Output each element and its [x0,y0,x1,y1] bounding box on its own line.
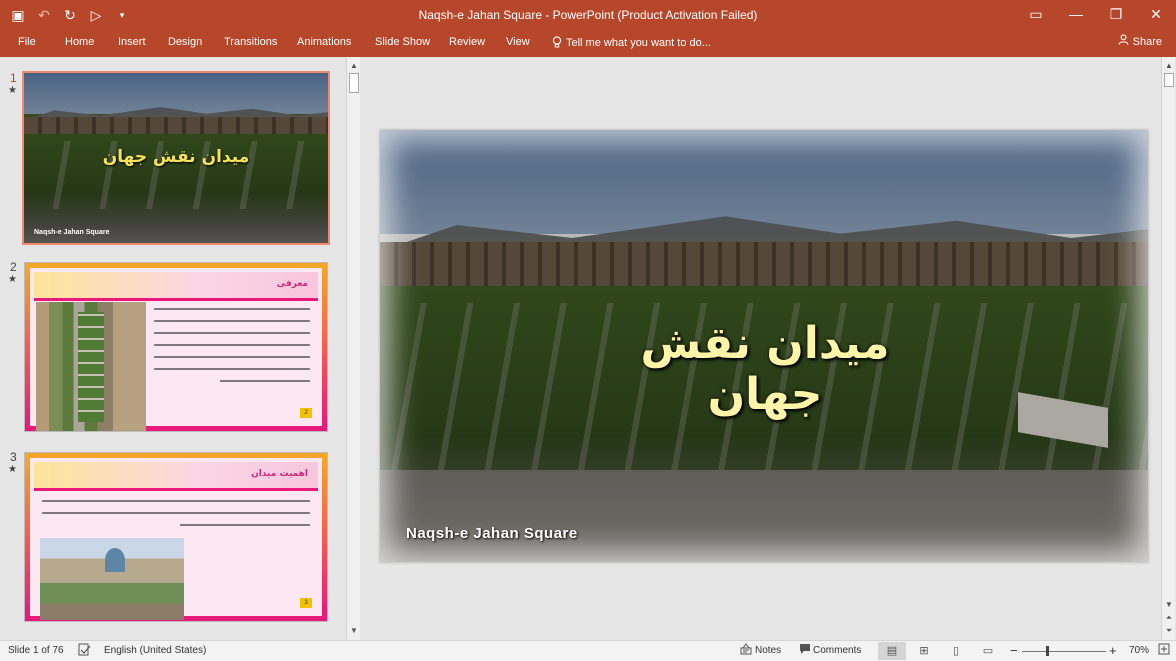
slide-subtitle[interactable]: Naqsh-e Jahan Square [406,525,578,542]
slide-2-title: معرفی [276,279,308,289]
lightbulb-icon [552,36,562,48]
slide-thumbnail-2[interactable]: معرفی 2 [24,262,328,432]
tell-me-text: Tell me what you want to do... [566,37,711,49]
zoom-slider[interactable] [1022,651,1106,652]
slide-1-subtitle: Naqsh-e Jahan Square [34,229,110,236]
comments-button[interactable]: Comments [813,645,861,656]
tab-file[interactable]: File [18,34,36,50]
slide-show-view-icon[interactable]: ▭ [974,642,1002,660]
title-bar: ▣ ↶ ↻ ▷ ▾ Naqsh-e Jahan Square - PowerPo… [0,0,1176,30]
scroll-thumb[interactable] [349,73,359,93]
scroll-down-arrow-icon[interactable]: ▼ [347,624,361,638]
scroll-down-arrow-icon[interactable]: ▼ [1162,598,1176,612]
slide-sorter-view-icon[interactable]: ⊞ [910,642,938,660]
notes-icon[interactable] [740,643,752,658]
previous-slide-icon[interactable]: ⏶ [1162,611,1176,625]
slide-1-title: میدان نقش جهان [102,147,250,167]
tab-home[interactable]: Home [65,34,94,50]
tab-transitions[interactable]: Transitions [224,34,277,50]
tab-view[interactable]: View [506,34,530,50]
slide-2-page-number: 2 [300,408,312,418]
fit-to-window-icon[interactable] [1158,643,1170,658]
tab-design[interactable]: Design [168,34,202,50]
tab-review[interactable]: Review [449,34,485,50]
animation-star-icon: ★ [8,464,17,475]
mosque-photo [40,538,184,620]
comments-icon[interactable] [799,643,811,658]
slide-title[interactable]: میدان نقش جهان [590,318,940,420]
ribbon-display-icon[interactable]: ▭ [1016,0,1056,30]
zoom-level[interactable]: 70% [1129,645,1149,656]
tell-me-box[interactable]: Tell me what you want to do... [552,36,711,49]
main-slide[interactable]: میدان نقش جهان Naqsh-e Jahan Square [380,130,1148,562]
share-button[interactable]: Share [1118,34,1162,48]
share-label: Share [1132,36,1162,48]
close-icon[interactable]: ✕ [1136,0,1176,30]
slide-3-title: اهمیت میدان [251,469,308,479]
person-icon [1118,34,1129,48]
notes-button[interactable]: Notes [755,645,781,656]
slide-thumbnail-pane: 1 ★ میدان نقش جهان Naqsh-e Jahan Square … [0,57,345,640]
tab-slide-show[interactable]: Slide Show [375,34,430,50]
slide-number-3: 3 [10,450,17,464]
animation-star-icon: ★ [8,274,17,285]
slide-pane-scrollbar[interactable]: ▲ ▼ [346,57,360,640]
ribbon-tabs: File Home Insert Design Transitions Anim… [0,30,1176,57]
animation-star-icon: ★ [8,85,17,96]
next-slide-icon[interactable]: ⏷ [1162,624,1176,638]
scroll-up-arrow-icon[interactable]: ▲ [1162,59,1176,73]
scroll-thumb[interactable] [1164,73,1174,87]
normal-view-icon[interactable]: ▤ [878,642,906,660]
slide-thumbnail-3[interactable]: اهمیت میدان 3 [24,452,328,622]
zoom-slider-thumb[interactable] [1046,646,1049,656]
language-indicator[interactable]: English (United States) [104,645,206,656]
minimize-icon[interactable]: — [1056,0,1096,30]
reading-view-icon[interactable]: ▯ [942,642,970,660]
tab-insert[interactable]: Insert [118,34,146,50]
spell-check-icon[interactable] [78,643,91,659]
zoom-in-button[interactable]: + [1109,643,1117,658]
window-title: Naqsh-e Jahan Square - PowerPoint (Produ… [418,8,758,22]
window-controls: ▭ — ❐ ✕ [1016,0,1176,30]
slide-number-1: 1 [10,71,17,85]
tab-animations[interactable]: Animations [297,34,351,50]
slide-counter[interactable]: Slide 1 of 76 [8,645,64,656]
status-bar: Slide 1 of 76 English (United States) No… [0,640,1176,661]
slide-3-page-number: 3 [300,598,312,608]
slide-number-2: 2 [10,260,17,274]
zoom-out-button[interactable]: − [1010,643,1018,658]
editor-scrollbar[interactable]: ▲ ▼ ⏶ ⏷ [1161,57,1175,640]
aerial-photo [36,302,146,431]
scroll-up-arrow-icon[interactable]: ▲ [347,59,361,73]
slide-thumbnail-1[interactable]: میدان نقش جهان Naqsh-e Jahan Square [22,71,330,245]
maximize-icon[interactable]: ❐ [1096,0,1136,30]
